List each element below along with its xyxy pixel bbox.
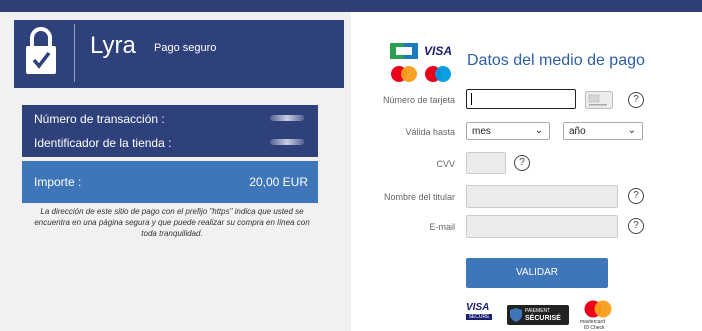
brand-name: Lyra [90, 32, 136, 59]
mastercard-circles-icon [584, 300, 612, 318]
amount-label: Importe : [34, 175, 82, 189]
email-help-icon[interactable]: ? [628, 218, 644, 234]
email-label: E-mail [429, 222, 455, 232]
transaction-number-value [270, 115, 304, 121]
payment-form-title: Datos del medio de pago [467, 52, 645, 69]
email-input[interactable] [466, 215, 618, 238]
card-number-label: Número de tarjeta [382, 95, 455, 105]
cvv-help-icon[interactable]: ? [514, 155, 530, 171]
mastercard-logo [391, 66, 417, 82]
brand-header: Lyra Pago seguro [14, 20, 344, 88]
expiry-month-select[interactable]: mes ⌄ [466, 122, 550, 140]
chevron-down-icon: ⌄ [534, 125, 543, 136]
top-bar [0, 0, 702, 12]
expiry-year-select[interactable]: año ⌄ [563, 122, 643, 140]
shield-icon [510, 308, 522, 322]
card-number-help-icon[interactable]: ? [628, 92, 644, 108]
visa-logo: VISA [424, 44, 453, 58]
visa-secure-badge: SECURE [466, 314, 492, 320]
mastercard-id-check-logo: mastercard ID Check [578, 300, 618, 331]
cb-logo [390, 43, 418, 59]
id-check-text: ID Check [584, 325, 605, 331]
lock-icon [26, 27, 56, 74]
shop-id-label: Identificador de la tienda : [34, 136, 172, 150]
visa-secure-wordmark: VISA [466, 302, 490, 313]
paiement-text: PAIEMENT [525, 308, 551, 314]
card-number-input[interactable] [466, 89, 576, 109]
amount-row: Importe : 20,00 EUR [22, 161, 318, 203]
credit-card-icon [585, 91, 613, 109]
expiry-label: Válida hasta [405, 127, 455, 137]
shop-id-value [270, 139, 304, 145]
brand-tagline: Pago seguro [154, 42, 217, 54]
maestro-logo [425, 66, 451, 82]
expiry-month-value: mes [472, 126, 491, 137]
expiry-year-value: año [569, 126, 586, 137]
cvv-input[interactable] [466, 152, 506, 174]
visa-secure-logo: VISA SECURE [466, 302, 492, 320]
transaction-info: Número de transacción : Identificador de… [22, 105, 318, 203]
chevron-down-icon: ⌄ [627, 125, 636, 136]
cvv-label: CVV [436, 159, 455, 169]
transaction-number-row: Número de transacción : [22, 105, 318, 131]
text-cursor [471, 93, 472, 105]
transaction-number-label: Número de transacción : [34, 112, 165, 126]
validate-button[interactable]: VALIDAR [466, 258, 608, 288]
shop-id-row: Identificador de la tienda : [22, 131, 318, 157]
order-summary-panel: Lyra Pago seguro Número de transacción :… [0, 12, 351, 331]
brand-divider [74, 24, 75, 82]
amount-value: 20,00 EUR [249, 175, 308, 189]
holder-name-help-icon[interactable]: ? [628, 188, 644, 204]
holder-name-input[interactable] [466, 185, 618, 208]
card-brand-logos: VISA [390, 43, 454, 83]
security-notice: La dirección de este sitio de pago con e… [34, 207, 310, 238]
paiement-securise-logo: PAIEMENT SÉCURISÉ [507, 305, 569, 325]
holder-name-label: Nombre del titular [383, 192, 455, 202]
securise-text: SÉCURISÉ [525, 315, 561, 322]
